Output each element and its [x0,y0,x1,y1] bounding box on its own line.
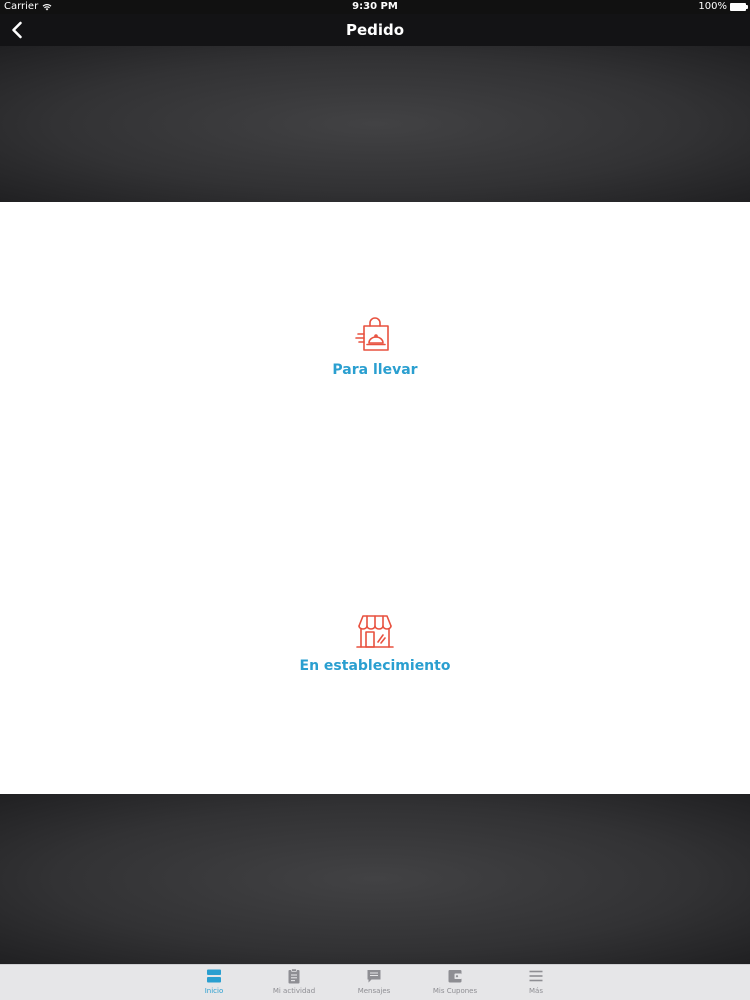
battery-icon [730,3,748,11]
clipboard-icon [288,968,300,984]
tab-inicio[interactable]: Inicio [174,968,254,995]
tab-label: Más [529,987,543,995]
footer-banner [0,794,750,964]
status-time: 9:30 PM [352,1,398,12]
takeaway-label: Para llevar [332,362,418,378]
tab-label: Inicio [204,987,224,995]
tab-label: Mensajes [357,987,391,995]
takeaway-bag-icon [355,317,389,351]
chat-icon [367,970,381,983]
menu-icon [529,970,543,982]
takeaway-option[interactable]: Para llevar [0,316,750,378]
storefront-icon [356,615,394,648]
tab-mensajes[interactable]: Mensajes [334,968,414,995]
tab-bar: Inicio Mi actividad Mensajes Mis Cupones [0,964,750,1000]
tab-mas[interactable]: Más [496,968,576,995]
battery-percent: 100% [698,1,727,12]
tab-label: Mi actividad [272,987,316,995]
tab-mi-actividad[interactable]: Mi actividad [254,968,334,995]
status-bar: Carrier 9:30 PM 100% [0,0,750,14]
tab-mis-cupones[interactable]: Mis Cupones [415,968,495,995]
tab-label: Mis Cupones [432,987,478,995]
order-type-panel: Para llevar En establecimiento [0,202,750,794]
page-title: Pedido [345,21,405,39]
header-banner [0,46,750,202]
navigation-bar: Pedido [0,14,750,46]
status-battery: 100% [698,0,748,14]
dine-in-label: En establecimiento [299,658,451,674]
wallet-icon [448,970,462,983]
home-icon [207,969,221,983]
dine-in-option[interactable]: En establecimiento [0,612,750,674]
